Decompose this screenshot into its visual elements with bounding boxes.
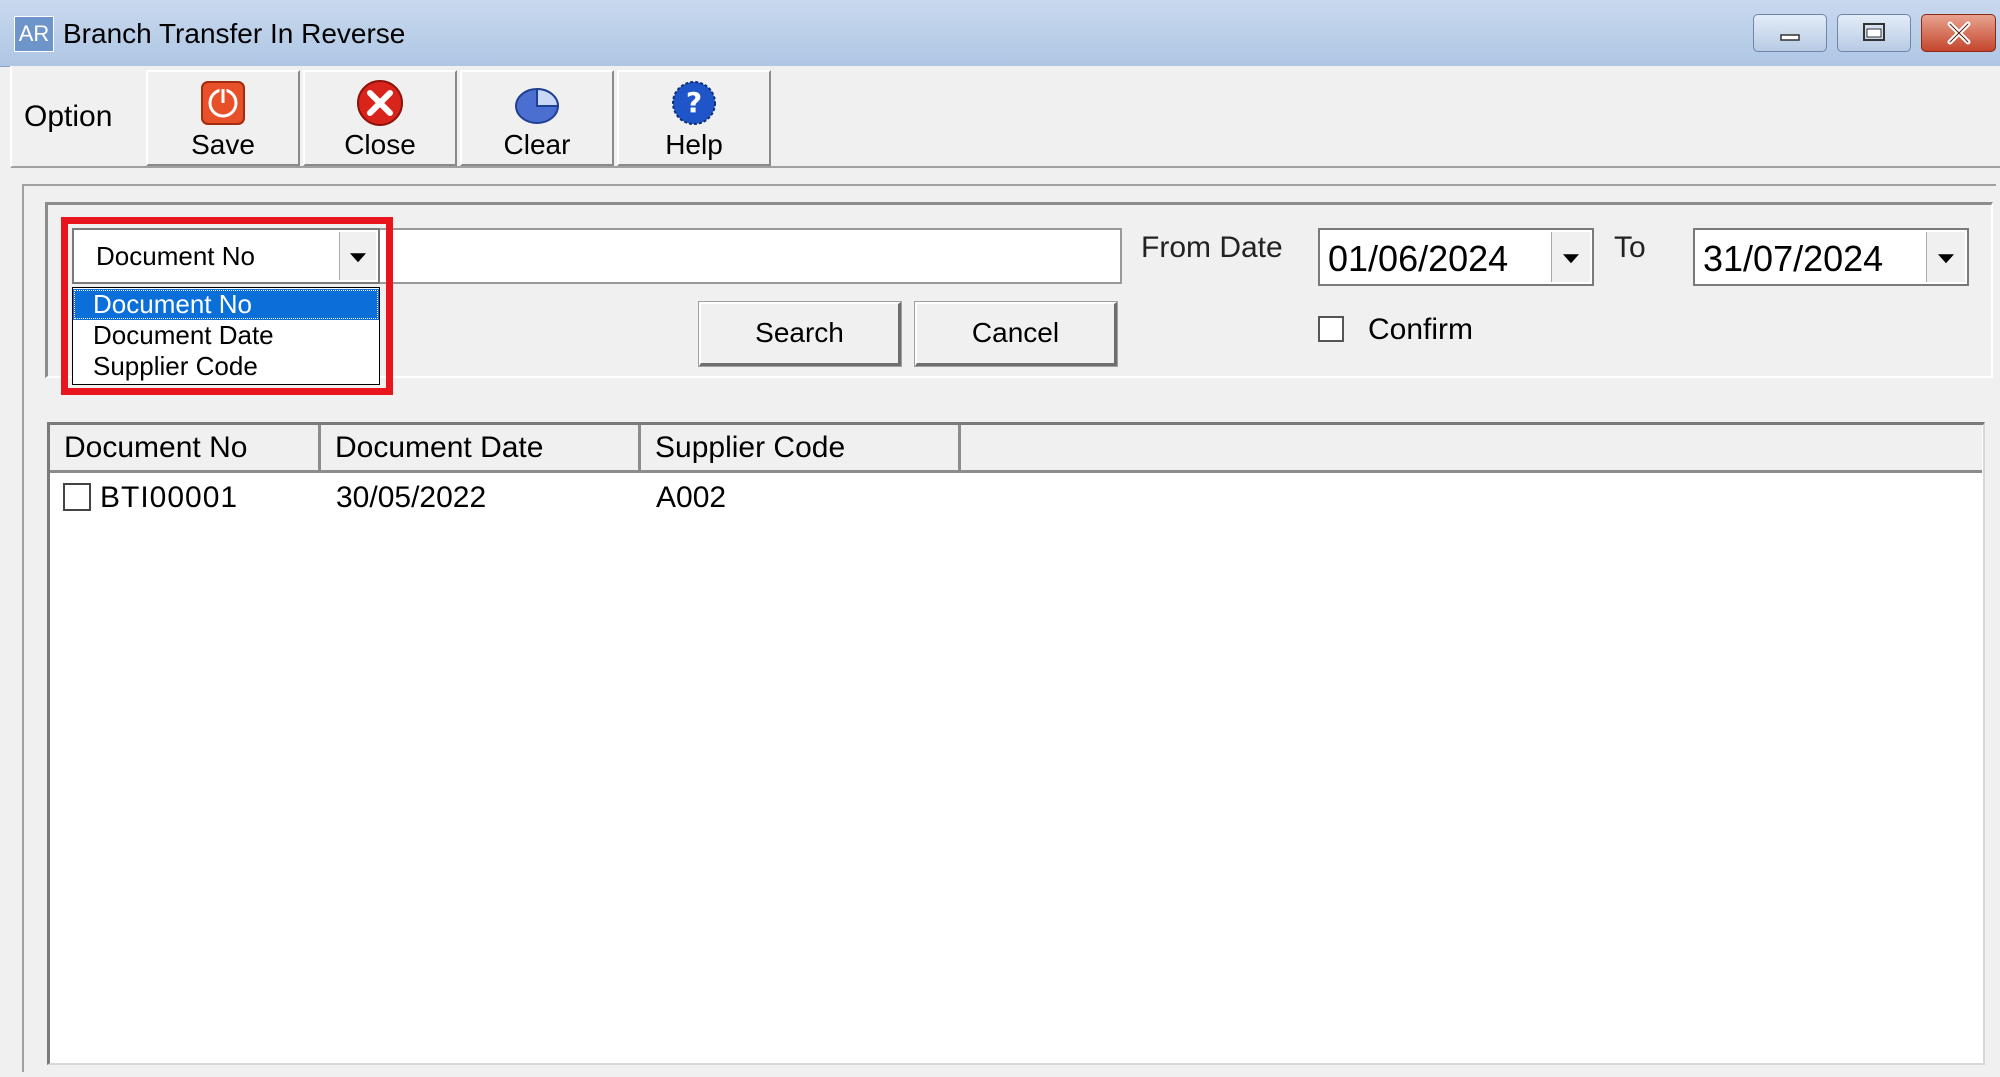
maximize-icon <box>1863 23 1885 41</box>
clear-pie-icon <box>515 87 560 124</box>
cell-document-no[interactable]: BTI00001 <box>100 478 238 518</box>
confirm-checkbox[interactable] <box>1318 316 1344 342</box>
search-input[interactable] <box>378 228 1122 284</box>
help-button[interactable]: ? Help <box>617 70 771 166</box>
results-table <box>47 422 1985 1065</box>
to-date-value: 31/07/2024 <box>1703 238 1884 279</box>
help-label: Help <box>665 129 723 160</box>
minimize-icon <box>1780 34 1800 41</box>
date-dropdown-button[interactable] <box>1551 232 1590 282</box>
option-document-date[interactable]: Document Date <box>73 320 379 351</box>
option-supplier-code[interactable]: Supplier Code <box>73 351 379 382</box>
search-field-value: Document No <box>96 241 255 271</box>
cell-document-date[interactable]: 30/05/2022 <box>336 478 486 518</box>
option-label: Option <box>24 100 113 133</box>
cell-supplier-code[interactable]: A002 <box>656 478 726 518</box>
row-select-checkbox[interactable] <box>63 483 91 511</box>
help-question-icon: ? <box>672 81 716 125</box>
column-header-supplier-code[interactable]: Supplier Code <box>641 425 961 473</box>
window-close-button[interactable] <box>1921 14 1996 52</box>
to-date-label: To <box>1614 231 1646 264</box>
save-label: Save <box>191 129 255 160</box>
from-date-label: From Date <box>1141 231 1283 264</box>
svg-text:?: ? <box>686 86 702 119</box>
minimize-button[interactable] <box>1753 14 1827 52</box>
close-label: Close <box>344 129 416 160</box>
search-field-options-list[interactable]: Document No Document Date Supplier Code <box>72 287 380 385</box>
chevron-down-icon <box>1938 254 1954 264</box>
column-header-empty <box>961 425 1982 473</box>
confirm-label[interactable]: Confirm <box>1368 310 1473 350</box>
search-field-dropdown[interactable]: Document No <box>72 228 380 284</box>
cancel-button[interactable]: Cancel <box>914 301 1118 367</box>
option-document-no[interactable]: Document No <box>73 289 379 320</box>
save-power-icon <box>201 81 245 125</box>
clear-label: Clear <box>503 129 571 160</box>
date-dropdown-button[interactable] <box>1926 232 1965 282</box>
column-header-document-date[interactable]: Document Date <box>321 425 641 473</box>
close-x-icon <box>357 80 403 126</box>
from-date-picker[interactable]: 01/06/2024 <box>1318 228 1594 286</box>
clear-button[interactable]: Clear <box>460 70 614 166</box>
chevron-down-icon <box>350 253 366 263</box>
from-date-value: 01/06/2024 <box>1328 238 1509 279</box>
column-header-document-no[interactable]: Document No <box>50 425 321 473</box>
save-button[interactable]: Save <box>146 70 300 166</box>
close-button[interactable]: Close <box>303 70 457 166</box>
search-button[interactable]: Search <box>698 301 902 367</box>
to-date-picker[interactable]: 31/07/2024 <box>1693 228 1969 286</box>
app-icon: AR <box>14 16 54 52</box>
window-title: Branch Transfer In Reverse <box>63 18 406 49</box>
dropdown-arrow-button[interactable] <box>339 232 376 280</box>
chevron-down-icon <box>1563 254 1579 264</box>
maximize-button[interactable] <box>1837 14 1911 52</box>
close-icon <box>1947 21 1971 45</box>
